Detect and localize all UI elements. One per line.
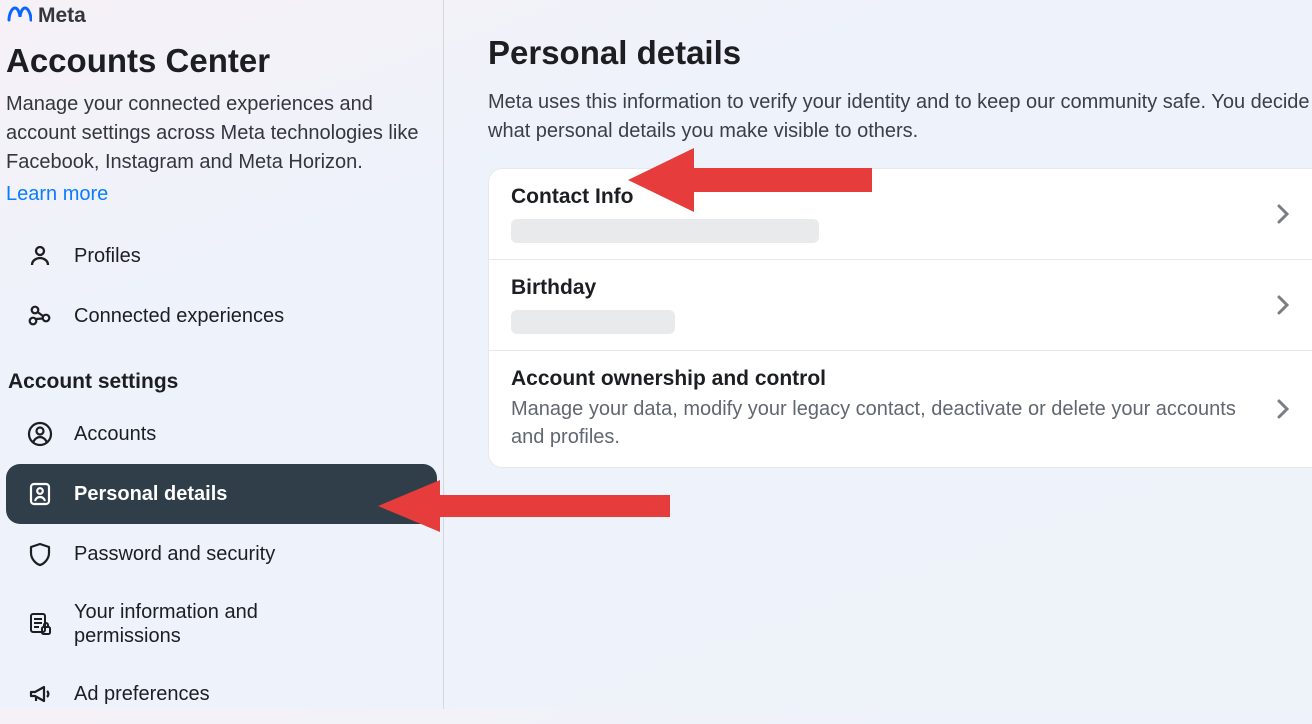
row-subtitle: Manage your data, modify your legacy con… (511, 395, 1276, 451)
row-contact-info[interactable]: Contact Info (489, 169, 1312, 260)
sidebar-item-label: Password and security (74, 543, 275, 566)
meta-logo-icon (6, 5, 32, 28)
chevron-right-icon (1276, 398, 1290, 420)
sidebar-item-accounts[interactable]: Accounts (6, 404, 437, 464)
document-lock-icon (26, 610, 54, 638)
content-title: Personal details (488, 34, 1312, 72)
connected-icon (26, 302, 54, 330)
sidebar-item-personal-details[interactable]: Personal details (6, 464, 437, 524)
personal-details-icon (26, 480, 54, 508)
sidebar-item-info-permissions[interactable]: Your information and permissions (6, 584, 437, 664)
brand-row: Meta (6, 2, 437, 34)
sidebar-item-label: Connected experiences (74, 305, 284, 328)
sidebar-title: Accounts Center (6, 42, 437, 80)
row-birthday[interactable]: Birthday (489, 260, 1312, 351)
sidebar-item-label: Accounts (74, 423, 156, 446)
sidebar-item-label: Personal details (74, 483, 227, 506)
row-title: Account ownership and control (511, 367, 1276, 391)
app-layout: Meta Accounts Center Manage your connect… (0, 0, 1312, 709)
sidebar-description: Manage your connected experiences and ac… (6, 90, 427, 177)
row-title: Birthday (511, 276, 1276, 300)
nav-settings-group: Accounts Personal details Password and s… (6, 404, 437, 724)
learn-more-link[interactable]: Learn more (6, 183, 108, 205)
row-title: Contact Info (511, 185, 1276, 209)
sidebar-item-label: Ad preferences (74, 683, 210, 706)
sidebar-item-profiles[interactable]: Profiles (6, 226, 437, 286)
row-main: Contact Info (511, 185, 1276, 243)
sidebar-item-connected-experiences[interactable]: Connected experiences (6, 286, 437, 346)
shield-icon (26, 540, 54, 568)
content-description: Meta uses this information to verify you… (488, 88, 1312, 146)
row-account-ownership[interactable]: Account ownership and control Manage you… (489, 351, 1312, 467)
redacted-placeholder (511, 310, 675, 334)
megaphone-icon (26, 680, 54, 708)
profile-icon (26, 242, 54, 270)
sidebar-item-label: Profiles (74, 245, 141, 268)
sidebar: Meta Accounts Center Manage your connect… (0, 0, 444, 709)
details-panel: Contact Info Birthday Account owne (488, 168, 1312, 468)
account-settings-label: Account settings (8, 370, 437, 394)
row-main: Account ownership and control Manage you… (511, 367, 1276, 451)
chevron-right-icon (1276, 294, 1290, 316)
chevron-right-icon (1276, 203, 1290, 225)
redacted-placeholder (511, 219, 819, 243)
brand-name: Meta (38, 4, 86, 28)
nav-top-group: Profiles Connected experiences (6, 226, 437, 346)
sidebar-item-label: Your information and permissions (74, 600, 258, 648)
sidebar-item-ad-preferences[interactable]: Ad preferences (6, 664, 437, 724)
content-pane: Personal details Meta uses this informat… (444, 0, 1312, 709)
row-main: Birthday (511, 276, 1276, 334)
accounts-icon (26, 420, 54, 448)
sidebar-item-password-security[interactable]: Password and security (6, 524, 437, 584)
